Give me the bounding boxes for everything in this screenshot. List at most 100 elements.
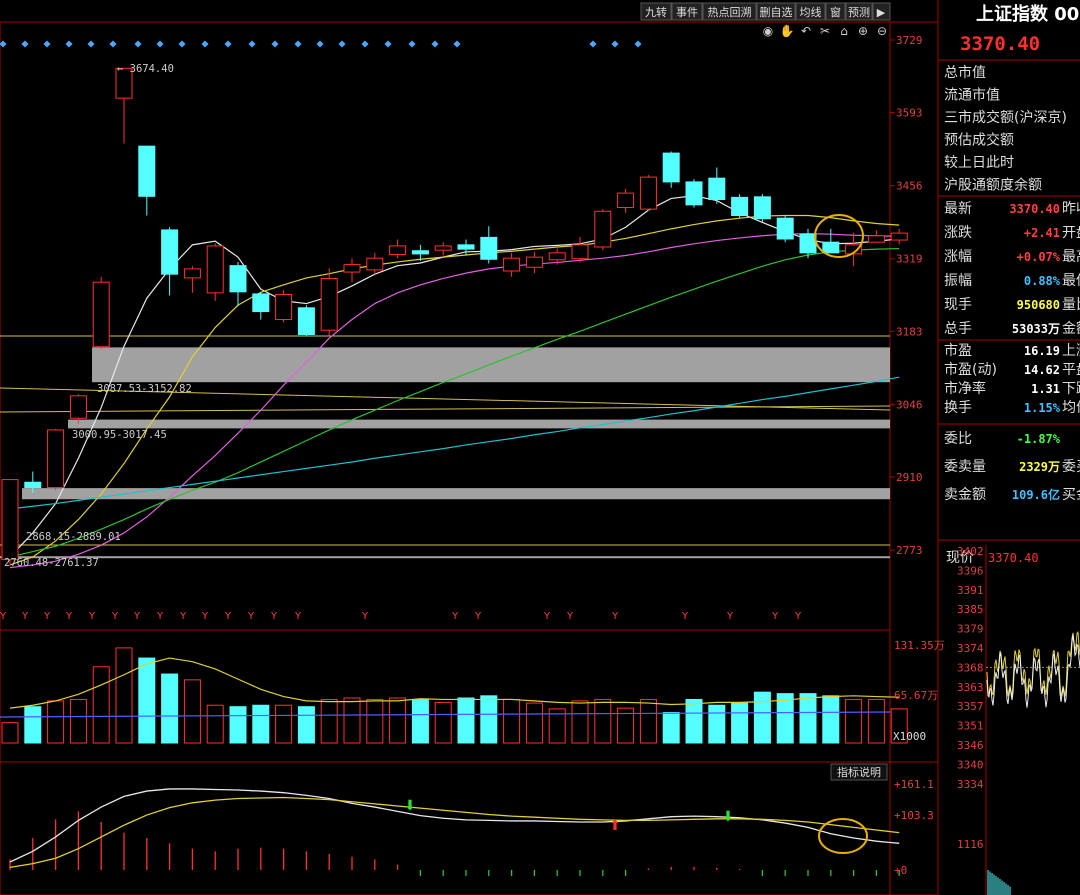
indicator-help-button[interactable]: 指标说明: [837, 765, 881, 779]
zoom-out-icon[interactable]: ⊖: [877, 24, 887, 38]
signal-y-marker: Y: [451, 611, 459, 622]
event-diamond-icon[interactable]: [248, 40, 256, 48]
toolbar-button[interactable]: 热点回溯: [708, 6, 752, 19]
zoom-in-icon[interactable]: ⊕: [858, 24, 868, 38]
volume-bar: [867, 698, 885, 744]
candle-body: [183, 268, 201, 279]
quote-row-label: 现手: [944, 297, 972, 313]
macd-dea-line: [9, 796, 900, 868]
quote-row-extra: 委买: [1062, 459, 1080, 475]
event-diamond-icon[interactable]: [201, 40, 209, 48]
event-diamond-icon[interactable]: [43, 40, 51, 48]
event-diamond-icon[interactable]: [109, 40, 117, 48]
event-diamond-icon[interactable]: [453, 40, 461, 48]
quote-row-extra: 量比: [1062, 297, 1080, 313]
undo-icon[interactable]: ↶: [801, 24, 811, 38]
quote-row-extra: 均价: [1062, 400, 1080, 416]
quote-row-value: 3370.40: [1009, 202, 1060, 216]
event-diamond-icon[interactable]: [294, 40, 302, 48]
toolbar-button[interactable]: 事件: [676, 6, 698, 19]
candle-body: [525, 256, 543, 268]
candle-body: [503, 257, 521, 272]
event-diamond-icon[interactable]: [361, 40, 369, 48]
candle-body: [24, 481, 42, 489]
volume-bar: [731, 702, 749, 744]
signal-y-marker: Y: [156, 611, 164, 622]
volume-bar: [480, 695, 498, 744]
high-annotation: ← 3674.40: [117, 63, 174, 75]
market-row-label: 沪股通额度余额: [944, 177, 1042, 194]
event-diamond-icon[interactable]: [134, 40, 142, 48]
candle-body: [662, 152, 680, 183]
green-arrow-icon: ⬇: [722, 809, 734, 825]
quote-row-label: 市净率: [944, 380, 986, 397]
event-diamond-icon[interactable]: [634, 40, 642, 48]
event-diamond-icon[interactable]: [271, 40, 279, 48]
event-diamond-icon[interactable]: [21, 40, 29, 48]
toolbar-button[interactable]: 九转: [645, 5, 667, 19]
market-row-label: 预估成交额: [944, 132, 1014, 149]
quote-row-label: 总手: [944, 321, 972, 337]
event-diamond-icon[interactable]: [65, 40, 73, 48]
signal-y-marker: Y: [179, 611, 187, 622]
quote-row-label: 换手: [944, 399, 972, 416]
event-diamond-icon[interactable]: [156, 40, 164, 48]
toolbar-button[interactable]: 窗: [830, 5, 841, 19]
toolbar-button[interactable]: 均线: [800, 5, 822, 19]
scissors-icon[interactable]: ✂: [820, 24, 830, 38]
price-tick-label: 3319: [896, 253, 923, 266]
candle-body: [320, 277, 338, 331]
eye-icon[interactable]: ◉: [763, 24, 773, 38]
candle-body: [776, 217, 794, 240]
lock-icon[interactable]: ⌂: [840, 24, 848, 38]
event-diamond-icon[interactable]: [224, 40, 232, 48]
toolbar-arrow[interactable]: ▶: [877, 6, 886, 19]
quote-row-value: -1.87%: [1017, 432, 1061, 446]
signal-y-marker: Y: [88, 611, 96, 622]
volume-bar: [685, 698, 703, 744]
candle-body: [548, 252, 566, 261]
volume-bar: [822, 695, 840, 744]
minute-price-line: [986, 634, 1080, 708]
event-diamond-icon[interactable]: [87, 40, 95, 48]
candle-body: [138, 145, 156, 197]
price-tick-label: 3729: [896, 34, 923, 47]
event-diamond-icon[interactable]: [338, 40, 346, 48]
quote-row-value: 14.62: [1024, 363, 1060, 377]
hand-icon[interactable]: ✋: [780, 24, 795, 38]
event-diamond-icon[interactable]: [611, 40, 619, 48]
gap-band: [0, 556, 890, 559]
candle-body: [867, 235, 885, 243]
event-diamond-icon[interactable]: [384, 40, 392, 48]
event-diamond-icon[interactable]: [0, 40, 7, 48]
toolbar-button[interactable]: 删自选: [760, 6, 793, 19]
guide-line: [0, 405, 891, 413]
minute-tick-label: 3402: [957, 545, 984, 558]
candle-body: [457, 244, 475, 250]
quote-row-value: 1.31: [1031, 382, 1060, 396]
event-diamond-icon[interactable]: [431, 40, 439, 48]
toolbar-button[interactable]: 预测: [848, 6, 870, 19]
candle-body: [434, 245, 452, 251]
event-diamond-icon[interactable]: [408, 40, 416, 48]
gap-band: [68, 419, 890, 429]
minute-tick-label: 3351: [957, 720, 984, 733]
candle-body: [890, 232, 908, 241]
event-diamond-icon[interactable]: [316, 40, 324, 48]
candle-body: [366, 257, 384, 271]
event-diamond-icon[interactable]: [589, 40, 597, 48]
signal-y-marker: Y: [794, 611, 802, 622]
volume-bar: [138, 657, 156, 744]
volume-bar: [183, 679, 201, 744]
market-row-label: 流通市值: [944, 87, 1000, 104]
volume-bar: [389, 697, 407, 744]
minute-tick-label: 3368: [957, 661, 984, 674]
candle-body: [617, 192, 635, 209]
candle-body: [822, 241, 840, 254]
gap-label: 3000.95-3017.45: [72, 429, 167, 441]
signal-y-marker: Y: [247, 611, 255, 622]
candle-body: [639, 176, 657, 210]
minute-tick-label: 3374: [957, 642, 984, 655]
event-diamond-icon[interactable]: [178, 40, 186, 48]
signal-y-marker: Y: [0, 611, 7, 622]
